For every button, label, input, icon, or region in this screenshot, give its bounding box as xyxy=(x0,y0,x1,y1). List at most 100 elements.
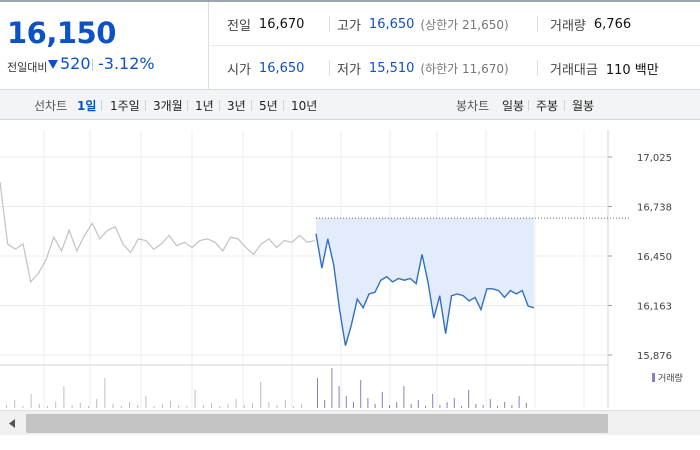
prev-close: 전일 16,670 xyxy=(227,2,304,46)
volume-bar xyxy=(235,399,237,408)
divider xyxy=(329,60,330,76)
trade-value: 거래대금 110 백만 xyxy=(550,46,659,90)
volume-bar xyxy=(525,403,527,408)
divider xyxy=(101,100,102,111)
volume-bar xyxy=(260,382,262,408)
divider xyxy=(537,16,538,32)
volume-bar xyxy=(276,405,278,408)
volume-bar xyxy=(367,398,369,408)
line-chart-label: 선차트 xyxy=(34,99,68,113)
volume-bar xyxy=(137,405,139,408)
divider xyxy=(145,100,146,111)
open-price-label: 시가 xyxy=(227,62,251,78)
scroll-left-arrow-icon[interactable] xyxy=(0,411,24,436)
down-triangle-icon xyxy=(48,60,58,69)
volume-bar xyxy=(425,406,426,408)
volume-bar xyxy=(511,405,513,408)
trade-value-label: 거래대금 xyxy=(550,62,598,78)
divider xyxy=(537,60,538,76)
volume-bar xyxy=(453,398,455,408)
current-price-box: 16,150 전일대비 520 -3.12% xyxy=(0,2,209,90)
volume-bar xyxy=(432,394,434,408)
volume-bar xyxy=(227,404,229,408)
tab-monthly-candle[interactable]: 월봉 xyxy=(572,97,594,114)
volume-bar xyxy=(374,404,376,408)
volume-bar xyxy=(14,400,16,408)
scrollbar-thumb[interactable] xyxy=(26,414,608,433)
volume-bar xyxy=(243,405,245,408)
volume-legend: 거래량 xyxy=(652,372,683,384)
upper-limit: (상한가 21,650) xyxy=(420,17,509,32)
y-tick-label: 16,450 xyxy=(637,252,672,263)
volume-bar xyxy=(104,378,106,408)
low-price-value: 15,510 xyxy=(368,60,415,76)
volume-bar xyxy=(170,401,171,408)
volume-bar xyxy=(324,400,326,408)
volume-bar xyxy=(55,402,57,408)
volume-label: 거래량 xyxy=(550,18,586,34)
volume-bar xyxy=(518,396,520,408)
tab-1-week[interactable]: 1주일 xyxy=(110,97,140,114)
tab-10-years[interactable]: 10년 xyxy=(291,97,317,114)
price-chart: 17,025 16,738 16,450 16,163 15,876 거래량 xyxy=(0,130,683,408)
y-tick-label: 16,738 xyxy=(637,203,672,214)
volume-bar xyxy=(461,406,462,408)
volume-bar xyxy=(389,405,390,408)
volume-bar xyxy=(129,402,130,408)
divider xyxy=(528,100,529,111)
volume-bar xyxy=(63,386,65,408)
volume-bar xyxy=(497,406,498,408)
volume-bar xyxy=(161,404,163,408)
volume-bar xyxy=(396,402,398,408)
info-row-1: 전일 16,670 고가 16,650 (상한가 21,650) 거래량 6,7… xyxy=(210,2,700,46)
divider xyxy=(329,16,330,32)
y-axis-ticks: 17,025 16,738 16,450 16,163 15,876 xyxy=(607,130,672,408)
volume-bar xyxy=(6,405,7,408)
volume-bar xyxy=(96,399,98,408)
volume-bar xyxy=(475,404,477,408)
volume-bar xyxy=(417,400,419,408)
tab-3-years[interactable]: 3년 xyxy=(227,97,246,114)
volume-legend-label: 거래량 xyxy=(658,372,683,384)
volume-bar xyxy=(112,404,114,408)
volume-bar xyxy=(186,406,188,408)
tab-3-months[interactable]: 3개월 xyxy=(153,97,183,114)
diff-rate: -3.12% xyxy=(98,54,155,73)
divider xyxy=(219,100,220,111)
volume-bar xyxy=(468,390,470,408)
tab-1-day[interactable]: 1일 xyxy=(77,97,96,114)
volume-value: 6,766 xyxy=(593,16,632,32)
horizontal-scrollbar[interactable] xyxy=(0,410,700,435)
y-tick-label: 17,025 xyxy=(637,153,672,164)
high-price-value: 16,650 xyxy=(368,16,415,32)
prev-day-price-line xyxy=(0,181,316,284)
volume-bar xyxy=(79,403,81,408)
tab-5-years[interactable]: 5년 xyxy=(259,97,278,114)
lower-limit: (하한가 11,670) xyxy=(420,61,509,76)
volume-bar xyxy=(120,406,122,408)
tab-1-year[interactable]: 1년 xyxy=(195,97,214,114)
divider xyxy=(283,100,284,111)
volume-bar xyxy=(446,402,448,408)
divider xyxy=(187,100,188,111)
volume-bar xyxy=(381,392,383,408)
volume-bar xyxy=(22,406,24,408)
volume-bar xyxy=(489,399,491,408)
high-price-label: 고가 xyxy=(337,18,361,34)
open-price: 시가 16,650 xyxy=(227,46,304,90)
tab-daily-candle[interactable]: 일봉 xyxy=(502,97,524,114)
volume-bar xyxy=(71,405,73,408)
trade-value-value: 110 백만 xyxy=(605,62,659,78)
volume-bar xyxy=(301,404,303,408)
current-price: 16,150 xyxy=(7,16,116,50)
volume-bar xyxy=(47,406,48,408)
chart-period-bar: 선차트 1일 1주일 3개월 1년 3년 5년 10년 봉차트 일봉 주봉 월봉 xyxy=(0,90,700,120)
volume-bar xyxy=(353,402,354,408)
tab-weekly-candle[interactable]: 주봉 xyxy=(536,97,558,114)
volume-bar xyxy=(211,403,212,408)
divider xyxy=(564,100,565,111)
divider xyxy=(251,100,252,111)
volume-bar xyxy=(345,396,347,408)
volume-bar xyxy=(30,394,32,408)
volume: 거래량 6,766 xyxy=(550,2,631,46)
